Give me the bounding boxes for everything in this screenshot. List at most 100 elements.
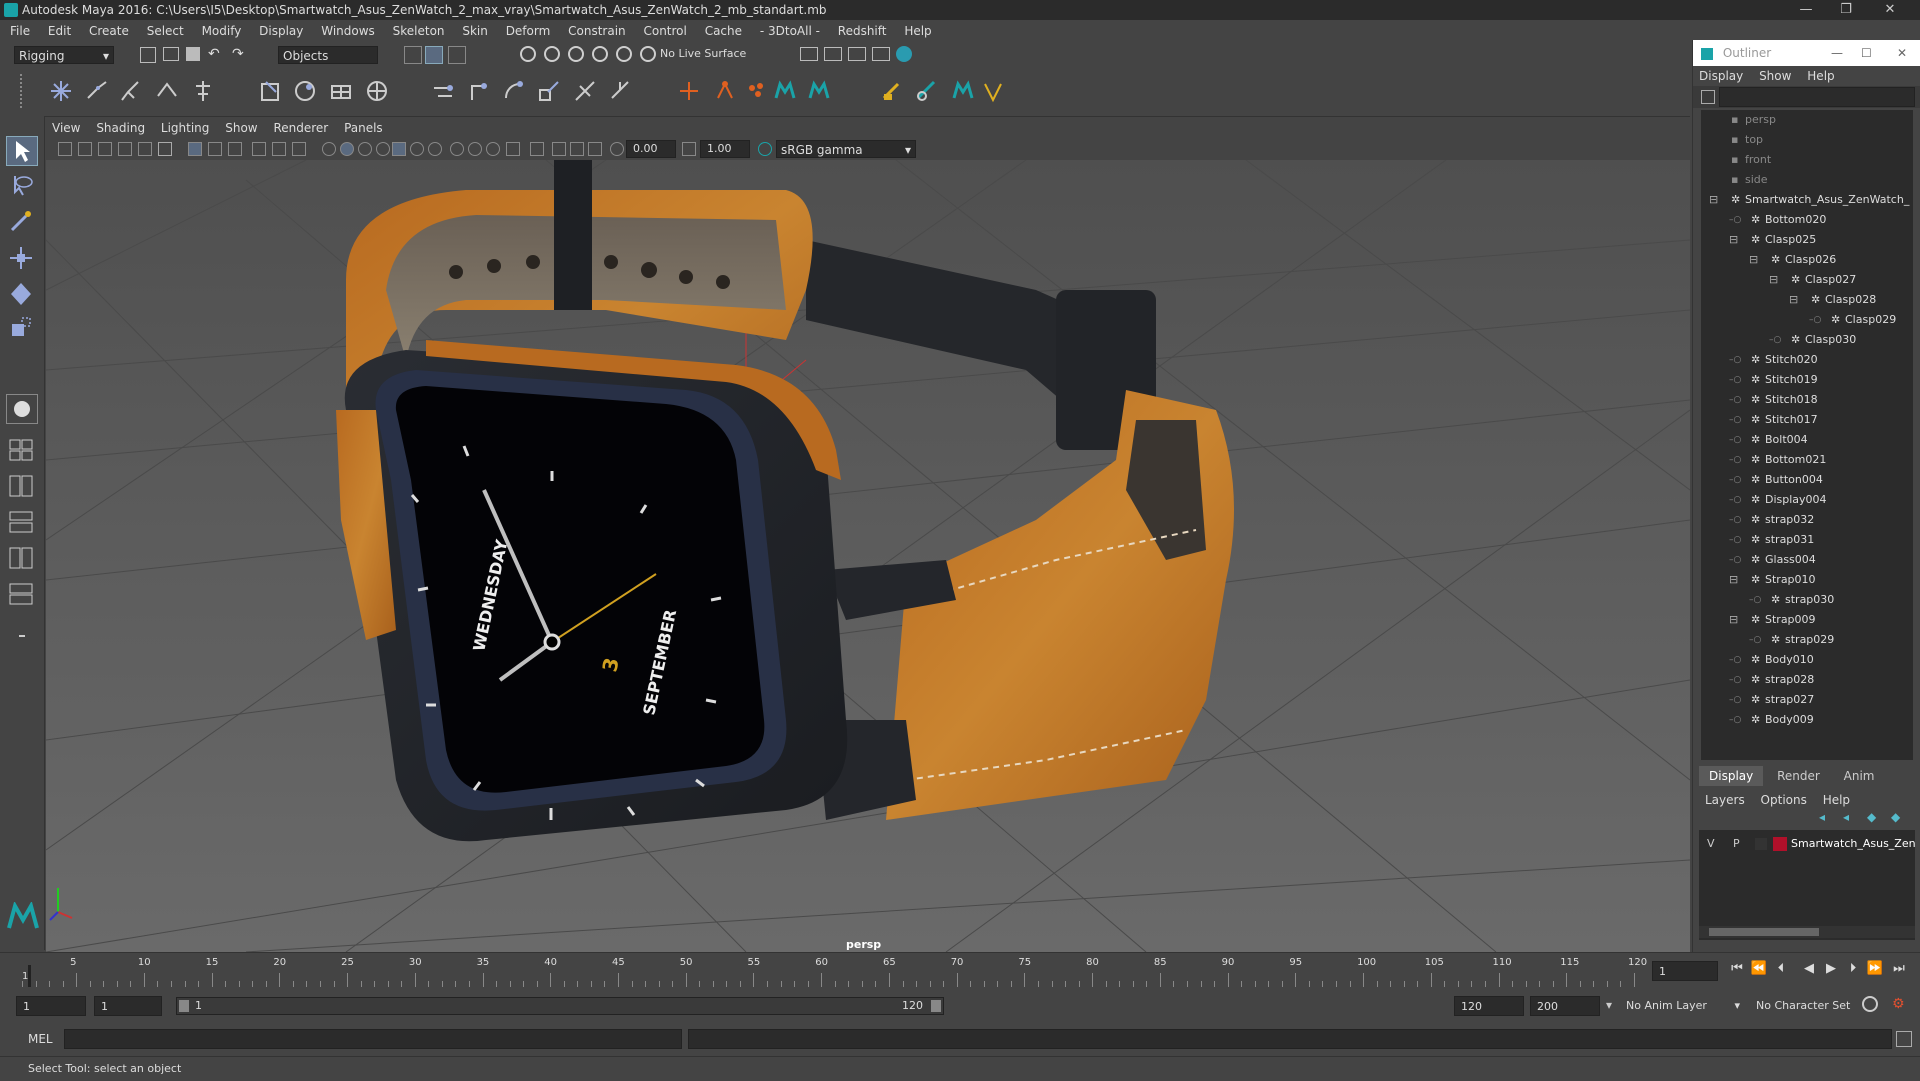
layer-tab-render[interactable]: Render bbox=[1767, 766, 1830, 786]
play-forward-icon[interactable]: ▶ bbox=[1822, 961, 1840, 979]
move-tool-icon[interactable] bbox=[6, 244, 38, 274]
xray-icon[interactable] bbox=[428, 142, 442, 156]
particle-icon[interactable] bbox=[744, 78, 770, 104]
layer-tab-anim[interactable]: Anim bbox=[1834, 766, 1885, 786]
color-space-dropdown[interactable]: sRGB gamma ▾ bbox=[776, 140, 916, 158]
menu-control[interactable]: Control bbox=[636, 20, 693, 42]
command-input[interactable] bbox=[64, 1029, 682, 1049]
select-object-icon[interactable] bbox=[425, 46, 443, 64]
textured-icon[interactable] bbox=[376, 142, 390, 156]
multisample-icon[interactable] bbox=[552, 142, 566, 156]
locator-icon[interactable] bbox=[676, 78, 702, 104]
grease-pencil-icon[interactable] bbox=[158, 142, 172, 156]
range-options-chevron-icon[interactable]: ▾ bbox=[1606, 998, 1612, 1012]
auto-key-icon[interactable] bbox=[1862, 996, 1878, 1012]
exposure-field[interactable]: 0.00 bbox=[626, 140, 676, 158]
orient-joint-icon[interactable] bbox=[190, 78, 216, 104]
outliner-minimize-icon[interactable]: — bbox=[1831, 40, 1843, 66]
backface-culling-icon[interactable] bbox=[468, 142, 482, 156]
ik-spline-icon[interactable] bbox=[118, 78, 144, 104]
viewport-menu-view[interactable]: View bbox=[46, 118, 86, 138]
resolution-gate-icon[interactable] bbox=[228, 142, 242, 156]
minimize-button[interactable]: — bbox=[1786, 0, 1826, 20]
time-slider[interactable]: 1 5 10 15 20 25 30 35 40 45 50 55 60 65 70 75 80 85 90 95 10… bbox=[0, 952, 1920, 991]
maya-tool-icon-2[interactable] bbox=[806, 78, 832, 104]
four-pane-layout-icon[interactable] bbox=[6, 436, 38, 466]
menu-file[interactable]: File bbox=[3, 20, 37, 42]
grid-toggle-icon[interactable] bbox=[188, 142, 202, 156]
play-backward-icon[interactable]: ◀ bbox=[1800, 961, 1818, 979]
step-forward-key-icon[interactable]: ⏩ bbox=[1866, 961, 1884, 979]
single-pane-layout-icon[interactable] bbox=[6, 394, 38, 424]
maya-tool-icon-1[interactable] bbox=[772, 78, 798, 104]
render-current-icon[interactable] bbox=[824, 47, 842, 61]
anim-layer-dropdown[interactable]: No Anim Layer ▾ bbox=[1626, 996, 1740, 1016]
menu-select[interactable]: Select bbox=[140, 20, 191, 42]
collapse-toggle-icon[interactable]: ⊟ bbox=[1709, 190, 1718, 210]
menu-set-dropdown[interactable]: Rigging ▾ bbox=[14, 46, 114, 64]
snap-live-icon[interactable] bbox=[616, 46, 632, 62]
undo-icon[interactable]: ↶ bbox=[208, 46, 220, 62]
maximize-button[interactable]: ❐ bbox=[1826, 0, 1866, 20]
menu-help[interactable]: Help bbox=[897, 20, 938, 42]
outliner-layout-icon[interactable] bbox=[6, 508, 38, 538]
range-end-handle[interactable] bbox=[931, 1000, 941, 1012]
menu-windows[interactable]: Windows bbox=[314, 20, 382, 42]
two-pane-layout-icon[interactable] bbox=[6, 472, 38, 502]
layer-menu-layers[interactable]: Layers bbox=[1699, 790, 1751, 810]
layer-row[interactable]: V P Smartwatch_Asus_Zen bbox=[1703, 834, 1916, 854]
sculpt-tool-icon[interactable] bbox=[914, 78, 940, 104]
animation-start-field[interactable]: 1 bbox=[16, 996, 86, 1016]
point-constraint-icon[interactable] bbox=[466, 78, 492, 104]
graph-layout-icon[interactable] bbox=[6, 544, 38, 574]
scene-canvas[interactable]: WEDNESDAY 3 SEPTEMBER bbox=[46, 160, 1690, 952]
maya-tool-icon-3[interactable] bbox=[950, 78, 976, 104]
viewport-menu-shading[interactable]: Shading bbox=[90, 118, 151, 138]
gamma-field[interactable]: 1.00 bbox=[700, 140, 750, 158]
menu-redshift[interactable]: Redshift bbox=[831, 20, 894, 42]
character-set-dropdown[interactable]: No Character Set bbox=[1756, 996, 1866, 1016]
layer-move-down-icon[interactable]: ◂ bbox=[1843, 810, 1849, 824]
image-plane-icon[interactable] bbox=[118, 142, 132, 156]
gate-mask-icon[interactable] bbox=[252, 142, 266, 156]
range-start-handle[interactable] bbox=[179, 1000, 189, 1012]
safe-action-icon[interactable] bbox=[292, 142, 306, 156]
snap-surface-icon[interactable] bbox=[640, 46, 656, 62]
hypershade-layout-icon[interactable] bbox=[6, 580, 38, 610]
motion-blur-icon[interactable] bbox=[530, 142, 544, 156]
scale-constraint-icon[interactable] bbox=[536, 78, 562, 104]
mirror-joint-icon[interactable] bbox=[154, 78, 180, 104]
snap-curve-icon[interactable] bbox=[544, 46, 560, 62]
animation-prefs-icon[interactable]: ⚙ bbox=[1892, 996, 1905, 1012]
film-gate-icon[interactable] bbox=[208, 142, 222, 156]
scale-tool-icon[interactable] bbox=[6, 314, 38, 344]
camera-attributes-icon[interactable] bbox=[138, 142, 152, 156]
snap-point-icon[interactable] bbox=[568, 46, 584, 62]
step-back-frame-icon[interactable]: ⏴ bbox=[1772, 961, 1790, 979]
aim-constraint-icon[interactable] bbox=[572, 78, 598, 104]
layer-menu-help[interactable]: Help bbox=[1817, 790, 1856, 810]
current-frame-field[interactable]: 1 bbox=[1652, 961, 1718, 981]
viewport-menu-show[interactable]: Show bbox=[219, 118, 263, 138]
xray-joints-icon[interactable] bbox=[450, 142, 464, 156]
isolate-select-icon[interactable] bbox=[486, 142, 500, 156]
lattice-icon[interactable] bbox=[364, 78, 390, 104]
shelf-grip[interactable] bbox=[20, 74, 32, 108]
render-settings-icon[interactable] bbox=[872, 47, 890, 61]
open-scene-icon[interactable] bbox=[163, 47, 179, 61]
menu-skeleton[interactable]: Skeleton bbox=[386, 20, 452, 42]
ambient-occlusion-icon[interactable] bbox=[506, 142, 520, 156]
layer-new-icon[interactable]: ◆ bbox=[1867, 810, 1876, 824]
layer-hscrollbar[interactable] bbox=[1699, 926, 1915, 938]
paint-select-tool-icon[interactable] bbox=[6, 208, 38, 238]
hypershade-icon[interactable] bbox=[896, 46, 912, 62]
menu-display[interactable]: Display bbox=[252, 20, 310, 42]
script-language-label[interactable]: MEL bbox=[28, 1032, 53, 1046]
smooth-shade-icon[interactable] bbox=[340, 142, 354, 156]
outliner-menu-show[interactable]: Show bbox=[1753, 66, 1797, 86]
collapse-toggle-icon[interactable]: ⊟ bbox=[1789, 290, 1798, 310]
pole-vector-icon[interactable] bbox=[608, 78, 634, 104]
outliner-maximize-icon[interactable]: ☐ bbox=[1861, 40, 1872, 66]
select-tool-icon[interactable] bbox=[6, 136, 38, 166]
shadows-icon[interactable] bbox=[410, 142, 424, 156]
